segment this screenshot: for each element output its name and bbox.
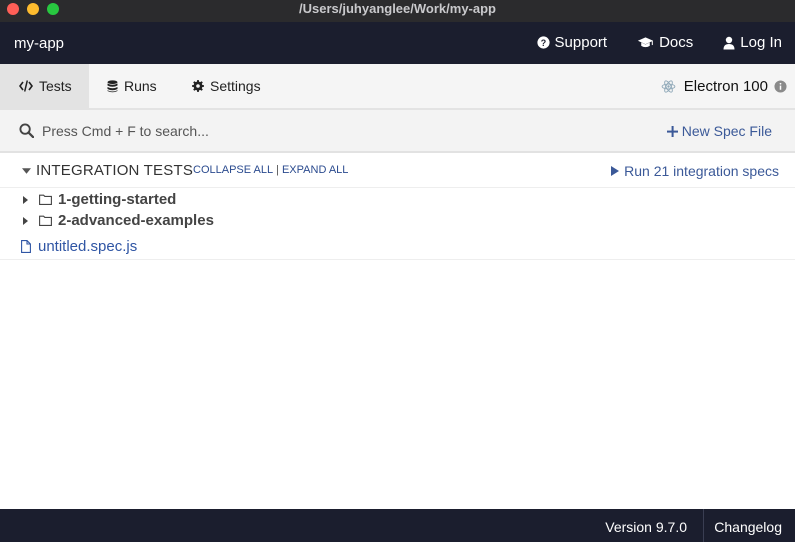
- info-icon[interactable]: [774, 80, 787, 93]
- tab-runs[interactable]: Runs: [107, 64, 157, 108]
- browser-label: Electron 100: [683, 78, 768, 95]
- folder-item[interactable]: 1-getting-started: [0, 189, 795, 211]
- tab-tests-label: Tests: [39, 78, 72, 94]
- window-titlebar[interactable]: /Users/juhyanglee/Work/my-app: [0, 0, 795, 22]
- login-link[interactable]: Log In: [723, 34, 782, 51]
- expand-all-link[interactable]: EXPAND ALL: [282, 164, 348, 176]
- search-icon: [19, 123, 34, 138]
- tab-settings-label: Settings: [210, 78, 261, 94]
- spec-search-bar: New Spec File: [0, 110, 795, 153]
- run-all-specs-button[interactable]: Run 21 integration specs: [611, 163, 779, 179]
- support-link[interactable]: ? Support: [536, 34, 608, 51]
- caret-down-icon[interactable]: [22, 168, 31, 174]
- folder-name: 1-getting-started: [58, 191, 177, 208]
- run-all-label: Run 21 integration specs: [624, 163, 779, 179]
- actions-separator: |: [276, 164, 279, 176]
- tab-settings[interactable]: Settings: [192, 64, 261, 108]
- search-input[interactable]: [42, 119, 442, 143]
- folder-icon: [39, 194, 52, 205]
- database-icon: [107, 79, 118, 92]
- svg-text:?: ?: [540, 38, 545, 48]
- play-icon: [611, 166, 620, 176]
- version-label[interactable]: Version 9.7.0: [605, 519, 687, 535]
- app-footer: Version 9.7.0 Changelog: [0, 509, 795, 542]
- question-circle-icon: ?: [536, 36, 550, 49]
- login-label: Log In: [740, 34, 782, 51]
- docs-label: Docs: [659, 34, 694, 51]
- spec-file-name: untitled.spec.js: [38, 238, 138, 255]
- caret-right-icon: [23, 217, 28, 225]
- integration-tests-header: INTEGRATION TESTS COLLAPSE ALL | EXPAND AL…: [0, 153, 795, 188]
- window-title: /Users/juhyanglee/Work/my-app: [299, 1, 496, 16]
- browser-selector[interactable]: Electron 100: [661, 78, 787, 95]
- folder-icon: [39, 215, 52, 226]
- header-links: ? Support Docs Log In: [507, 34, 782, 51]
- gear-icon: [192, 80, 204, 92]
- new-spec-button[interactable]: New Spec File: [666, 123, 772, 139]
- tab-tests[interactable]: Tests: [0, 64, 89, 108]
- window-close-button[interactable]: [7, 3, 19, 15]
- section-title[interactable]: INTEGRATION TESTS: [36, 162, 193, 179]
- collapse-all-link[interactable]: COLLAPSE ALL: [193, 164, 273, 176]
- changelog-link[interactable]: Changelog: [714, 519, 782, 535]
- docs-link[interactable]: Docs: [637, 34, 693, 51]
- footer-divider: [703, 509, 704, 542]
- file-icon: [21, 240, 31, 253]
- spec-file-item[interactable]: untitled.spec.js: [0, 236, 795, 260]
- folder-name: 2-advanced-examples: [58, 212, 214, 229]
- electron-icon: [661, 80, 676, 93]
- new-spec-label: New Spec File: [681, 123, 772, 139]
- user-icon: [723, 36, 735, 49]
- main-nav: Tests Runs Settings Electron 100: [0, 64, 795, 110]
- graduation-cap-icon: [637, 37, 654, 48]
- tree-actions: COLLAPSE ALL | EXPAND ALL: [193, 164, 348, 176]
- support-label: Support: [554, 34, 608, 51]
- code-icon: [19, 80, 33, 92]
- window-minimize-button[interactable]: [27, 3, 39, 15]
- window-maximize-button[interactable]: [47, 3, 59, 15]
- plus-icon: [666, 125, 678, 137]
- project-name: my-app: [14, 35, 65, 52]
- tab-runs-label: Runs: [124, 78, 157, 94]
- caret-right-icon: [23, 196, 28, 204]
- folder-item[interactable]: 2-advanced-examples: [0, 210, 795, 232]
- app-header: my-app ? Support Docs Log In: [0, 22, 795, 64]
- app-window: /Users/juhyanglee/Work/my-app my-app ? S…: [0, 0, 795, 542]
